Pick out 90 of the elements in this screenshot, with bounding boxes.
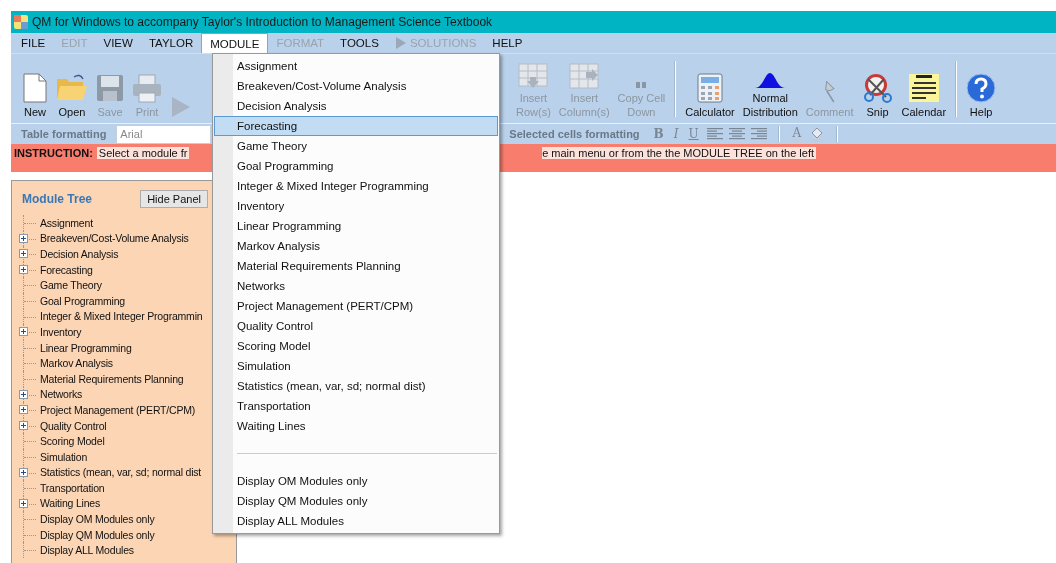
menu-item[interactable]: Networks — [214, 276, 498, 296]
panel-title: Module Tree — [22, 192, 92, 206]
menu-item[interactable]: FILE — [13, 33, 54, 53]
tree-item[interactable]: Waiting Lines — [40, 497, 101, 510]
tree-item[interactable]: Integer & Mixed Integer Programmin — [40, 310, 203, 323]
menu-item[interactable]: Decision Analysis — [214, 96, 498, 116]
menu-item[interactable]: Material Requirements Planning — [214, 256, 498, 276]
folder-icon — [56, 72, 88, 103]
tree-item[interactable]: Linear Programming — [40, 341, 132, 354]
tree-item[interactable]: Goal Programming — [40, 294, 125, 307]
menu-item[interactable]: Waiting Lines — [214, 416, 498, 436]
menu-item[interactable]: Goal Programming — [214, 156, 498, 176]
toolbar-label: Table formatting — [21, 128, 107, 140]
menu-item[interactable]: Game Theory — [214, 136, 498, 156]
menu-item[interactable]: Inventory — [214, 196, 498, 216]
toolbar-button[interactable]: New — [19, 60, 51, 119]
hide-panel-button[interactable]: Hide Panel — [140, 190, 208, 208]
menu-item[interactable]: Display QM Modules only — [214, 491, 498, 511]
toolbar-button[interactable]: Normal Distribution — [739, 60, 801, 119]
tree-item[interactable]: Game Theory — [40, 279, 102, 292]
tree-item[interactable]: Project Management (PERT/CPM) — [40, 403, 196, 416]
instruction-text: e main menu or from the the MODULE TREE on the left — [542, 147, 816, 159]
menu-item[interactable]: VIEW — [95, 33, 141, 53]
toolbar-button[interactable]: Open — [53, 60, 91, 119]
tree-item[interactable]: Forecasting — [40, 263, 93, 276]
tree-item[interactable]: Breakeven/Cost-Volume Analysis — [40, 232, 189, 245]
tree-item[interactable]: Material Requirements Planning — [40, 372, 184, 385]
tree-item[interactable]: Transportation — [40, 481, 105, 494]
menu-item[interactable]: MODULE — [201, 33, 269, 53]
menu-item[interactable]: Linear Programming — [214, 216, 498, 236]
tree-item[interactable]: Inventory — [40, 325, 82, 338]
help-icon — [966, 72, 997, 103]
tree-item[interactable]: Display QM Modules only — [40, 528, 155, 541]
tree-item[interactable]: Simulation — [40, 450, 88, 463]
tree-item[interactable]: Markov Analysis — [40, 357, 113, 370]
menu-item[interactable]: Statistics (mean, var, sd; normal dist) — [214, 376, 498, 396]
insert-column-icon — [569, 62, 600, 89]
tree-item[interactable]: Scoring Model — [40, 435, 105, 448]
toolbar-button[interactable]: Help — [963, 60, 1000, 119]
expand-icon[interactable] — [19, 389, 28, 399]
calculator-icon — [697, 72, 724, 103]
font-field[interactable]: Arial — [116, 124, 212, 144]
menu-item[interactable]: Transportation — [214, 396, 498, 416]
calendar-icon — [907, 72, 940, 103]
tree-item[interactable]: Assignment — [40, 216, 93, 229]
window-title: QM for Windows to accompany Taylor's Introduction to Management Science Textbook — [32, 15, 493, 29]
tree-item[interactable]: Networks — [40, 388, 83, 401]
app-logo-icon — [14, 15, 28, 29]
expand-icon[interactable] — [19, 264, 28, 274]
menu-item[interactable]: TAYLOR — [140, 33, 202, 53]
tree-item[interactable]: Decision Analysis — [40, 248, 119, 260]
menu-item[interactable]: Display OM Modules only — [214, 471, 498, 491]
menu-item[interactable]: Forecasting — [214, 116, 498, 136]
expand-icon[interactable] — [19, 467, 28, 477]
toolbar-button[interactable]: Calendar — [898, 60, 950, 119]
expand-icon[interactable] — [19, 249, 28, 259]
scissors-icon — [861, 72, 894, 103]
menu-item[interactable]: TOOLS — [332, 33, 387, 53]
expand-icon[interactable] — [19, 498, 28, 508]
expand-icon[interactable] — [19, 405, 28, 415]
menu-item[interactable]: HELP — [484, 33, 531, 53]
menu-item[interactable]: Quality Control — [214, 316, 498, 336]
copy-down-icon — [635, 80, 648, 89]
printer-icon — [132, 72, 162, 103]
menu-item[interactable]: Breakeven/Cost-Volume Analysis — [214, 76, 498, 96]
toolbar-button[interactable]: Calculator — [682, 60, 738, 119]
pushpin-icon — [824, 80, 835, 103]
insert-row-icon — [518, 62, 549, 89]
expand-icon[interactable] — [19, 327, 28, 337]
menu-item[interactable]: Markov Analysis — [214, 236, 498, 256]
toolbar-label: Selected cells formatting — [509, 128, 640, 140]
expand-icon[interactable] — [19, 233, 28, 243]
menu-item[interactable]: Project Management (PERT/CPM) — [214, 296, 498, 316]
tree-item[interactable]: Statistics (mean, var, sd; normal dist — [40, 466, 202, 479]
document-icon — [22, 72, 48, 103]
toolbar-button[interactable]: Snip — [858, 60, 897, 119]
menu-item[interactable]: Simulation — [214, 356, 498, 376]
bell-curve-icon — [755, 70, 786, 89]
tree-item[interactable]: Display ALL Modules — [40, 544, 134, 557]
expand-icon[interactable] — [19, 420, 28, 430]
menu-item[interactable]: Display ALL Modules — [214, 511, 498, 531]
menu-item[interactable]: Integer & Mixed Integer Programming — [214, 176, 498, 196]
tree-item[interactable]: Quality Control — [40, 419, 107, 432]
instruction-text: Select a module fr — [96, 147, 190, 159]
menu-item[interactable]: Scoring Model — [214, 336, 498, 356]
play-icon — [394, 37, 407, 49]
play-icon — [170, 94, 192, 119]
tree-item[interactable]: Display OM Modules only — [40, 513, 155, 526]
menu-item[interactable]: Assignment — [214, 56, 498, 76]
instruction-label: INSTRUCTION: — [14, 147, 93, 159]
